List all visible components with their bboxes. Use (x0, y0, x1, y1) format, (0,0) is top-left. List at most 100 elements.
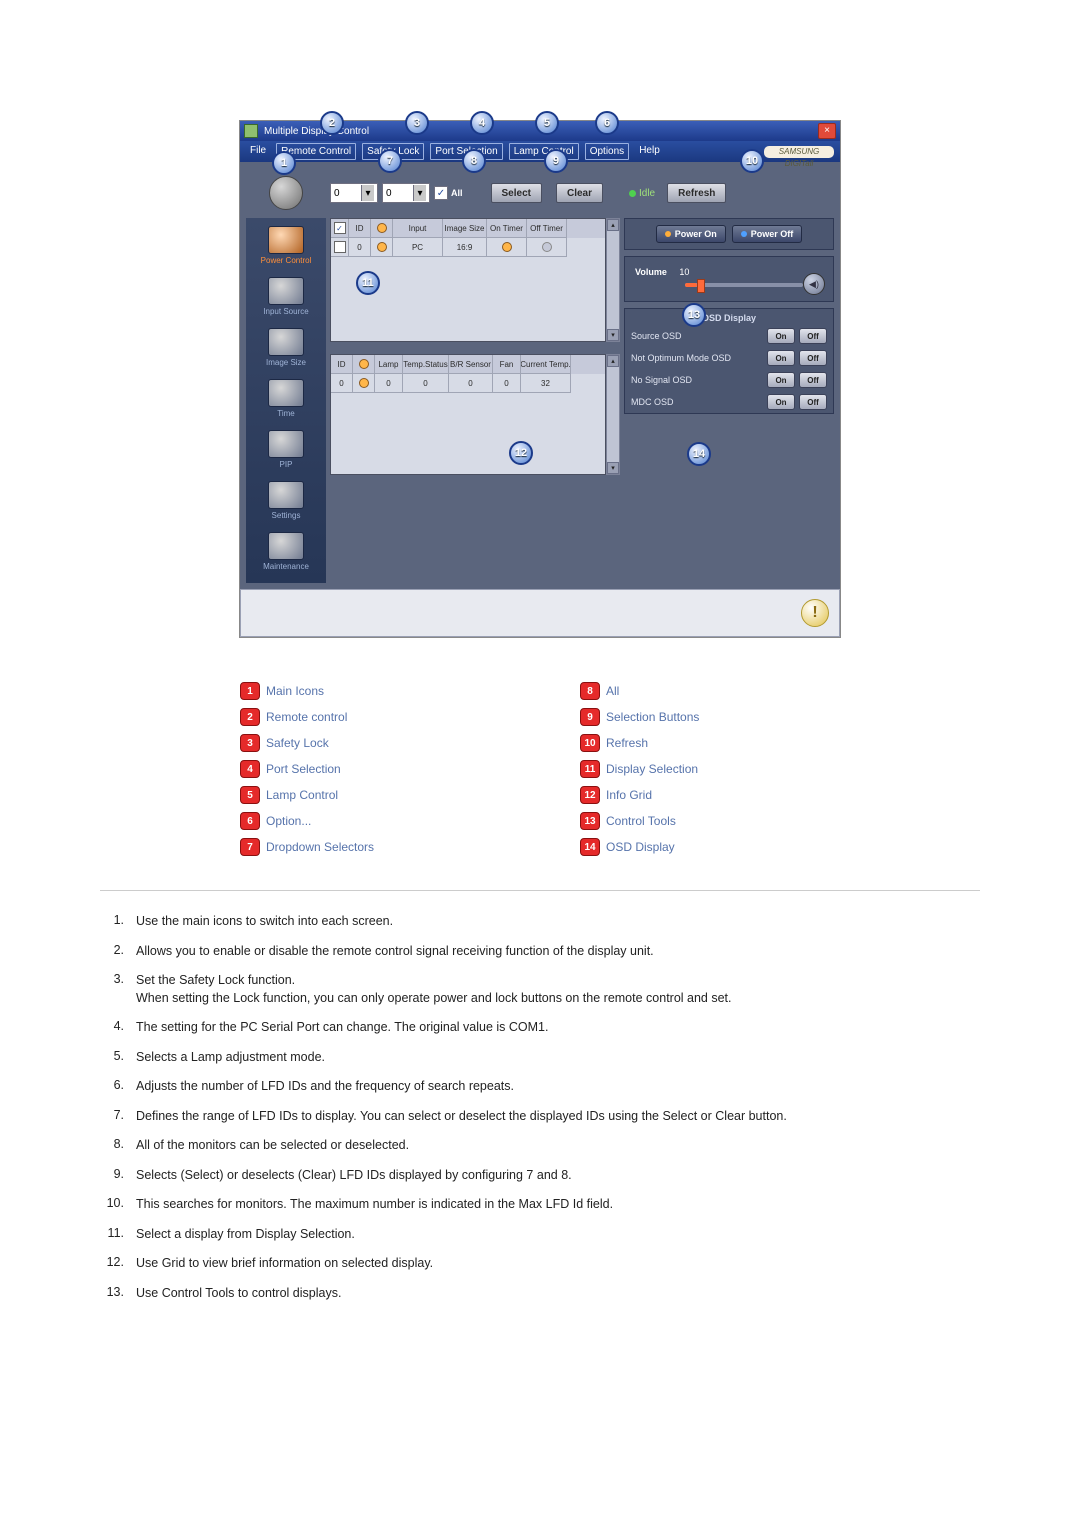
osd-off-button[interactable]: Off (799, 350, 827, 366)
description-item: 1. Use the main icons to switch into each… (100, 907, 980, 937)
osd-on-button[interactable]: On (767, 350, 795, 366)
osd-row-nosignal: No Signal OSD On Off (625, 369, 833, 391)
callout-5: 5 (535, 111, 559, 135)
grid2-col-cur: Current Temp. (521, 355, 571, 374)
info-grid: ID Lamp Temp.Status B/R Sensor Fan Curre… (330, 354, 620, 475)
legend-row: 14OSD Display (580, 834, 840, 860)
grid2-col-lamp: Lamp (375, 355, 403, 374)
sidebar-item-settings[interactable]: Settings (246, 477, 326, 528)
grid1-scrollbar[interactable]: ▴ ▾ (606, 218, 620, 342)
grid2-scrollbar[interactable]: ▴ ▾ (606, 354, 620, 475)
callout-14: 14 (687, 442, 711, 466)
sidebar-item-time[interactable]: Time (246, 375, 326, 426)
all-checkbox[interactable]: ✓ (434, 186, 448, 200)
legend-bubble: 4 (240, 760, 260, 778)
legend-row: 1Main Icons (240, 678, 500, 704)
sidebar-item-pip[interactable]: PIP (246, 426, 326, 477)
menu-file[interactable]: File (246, 143, 270, 160)
description-number: 8. (100, 1137, 124, 1155)
ontimer-led-icon (502, 242, 512, 252)
legend-text: Option... (266, 814, 311, 828)
osd-off-button[interactable]: Off (799, 328, 827, 344)
osd-row-label: Source OSD (631, 331, 763, 341)
osd-on-button[interactable]: On (767, 328, 795, 344)
description-number: 1. (100, 913, 124, 931)
status-led-icon (359, 378, 369, 388)
table-row[interactable]: 0 0 0 0 0 32 (331, 374, 605, 393)
scroll-down-icon[interactable]: ▾ (607, 329, 619, 341)
osd-row-label: MDC OSD (631, 397, 763, 407)
legend-bubble: 2 (240, 708, 260, 726)
description-number: 7. (100, 1108, 124, 1126)
description-item: 10.This searches for monitors. The maxim… (100, 1190, 980, 1220)
sidebar-item-power-control[interactable]: Power Control (246, 222, 326, 273)
power-control-icon (268, 226, 304, 254)
status-bar: ! (240, 589, 840, 637)
cell-lamp: 0 (375, 374, 403, 393)
scroll-up-icon[interactable]: ▴ (607, 219, 619, 231)
legend-text: Lamp Control (266, 788, 338, 802)
table-row[interactable]: 0 PC 16:9 (331, 238, 605, 257)
cell-input: PC (393, 238, 443, 257)
osd-off-button[interactable]: Off (799, 372, 827, 388)
range-from-value: 0 (334, 188, 340, 199)
cell-temp: 0 (403, 374, 449, 393)
cell-cur: 32 (521, 374, 571, 393)
legend-row: 6Option... (240, 808, 500, 834)
description-text: Use the main icons to switch into each s… (136, 913, 980, 931)
sidebar-item-input-source[interactable]: Input Source (246, 273, 326, 324)
sidebar-item-image-size[interactable]: Image Size (246, 324, 326, 375)
scroll-down-icon[interactable]: ▾ (607, 462, 619, 474)
legend-text: Refresh (606, 736, 648, 750)
range-to-select[interactable]: 0 ▾ (382, 183, 430, 203)
sidebar-item-label: Image Size (266, 358, 306, 367)
osd-title: OSD Display (625, 309, 833, 325)
cell-br: 0 (449, 374, 493, 393)
pip-icon (268, 430, 304, 458)
legend-row: 7Dropdown Selectors (240, 834, 500, 860)
grid1-check-all[interactable]: ✓ (334, 222, 346, 234)
osd-on-button[interactable]: On (767, 394, 795, 410)
legend-row: 10 Refresh (580, 730, 840, 756)
sidebar-item-maintenance[interactable]: Maintenance (246, 528, 326, 579)
description-item: 9.Selects (Select) or deselects (Clear) … (100, 1161, 980, 1191)
grid1-col-offtimer: Off Timer (527, 219, 567, 238)
menu-options[interactable]: Options (585, 143, 629, 160)
status-idle: Idle (621, 188, 663, 199)
power-on-label: Power On (675, 229, 717, 239)
sidebar-header (246, 168, 326, 218)
row-checkbox[interactable] (334, 241, 346, 253)
slider-thumb-icon[interactable] (697, 279, 705, 293)
refresh-button[interactable]: Refresh (667, 183, 726, 203)
sidebar-item-label: Input Source (263, 307, 308, 316)
select-button[interactable]: Select (491, 183, 542, 203)
description-number: 3. (100, 972, 124, 1007)
grid1-col-imgsize: Image Size (443, 219, 487, 238)
info-icon[interactable]: ! (801, 599, 829, 627)
main-row: Power Control Input Source Image Size Ti… (240, 218, 840, 589)
legend-bubble: 10 (580, 734, 600, 752)
description-item: 6.Adjusts the number of LFD IDs and the … (100, 1072, 980, 1102)
status-dot-icon (629, 190, 636, 197)
power-on-button[interactable]: Power On (656, 225, 726, 243)
osd-off-button[interactable]: Off (799, 394, 827, 410)
speaker-icon[interactable]: ◀) (803, 273, 825, 295)
status-led-icon (377, 242, 387, 252)
legend-text: Info Grid (606, 788, 652, 802)
legend-row: 11Display Selection (580, 756, 840, 782)
close-button[interactable]: × (818, 123, 836, 139)
callout-7: 7 (378, 149, 402, 173)
legend-row: 9Selection Buttons (580, 704, 840, 730)
menu-help[interactable]: Help (635, 143, 664, 160)
osd-on-button[interactable]: On (767, 372, 795, 388)
description-text: Defines the range of LFD IDs to display.… (136, 1108, 980, 1126)
power-off-button[interactable]: Power Off (732, 225, 803, 243)
volume-slider[interactable] (685, 283, 803, 287)
osd-row-notoptimum: Not Optimum Mode OSD On Off (625, 347, 833, 369)
scroll-up-icon[interactable]: ▴ (607, 355, 619, 367)
description-text: Select a display from Display Selection. (136, 1226, 980, 1244)
legend-bubble: 9 (580, 708, 600, 726)
range-from-select[interactable]: 0 ▾ (330, 183, 378, 203)
cell-id: 0 (349, 238, 371, 257)
clear-button[interactable]: Clear (556, 183, 603, 203)
